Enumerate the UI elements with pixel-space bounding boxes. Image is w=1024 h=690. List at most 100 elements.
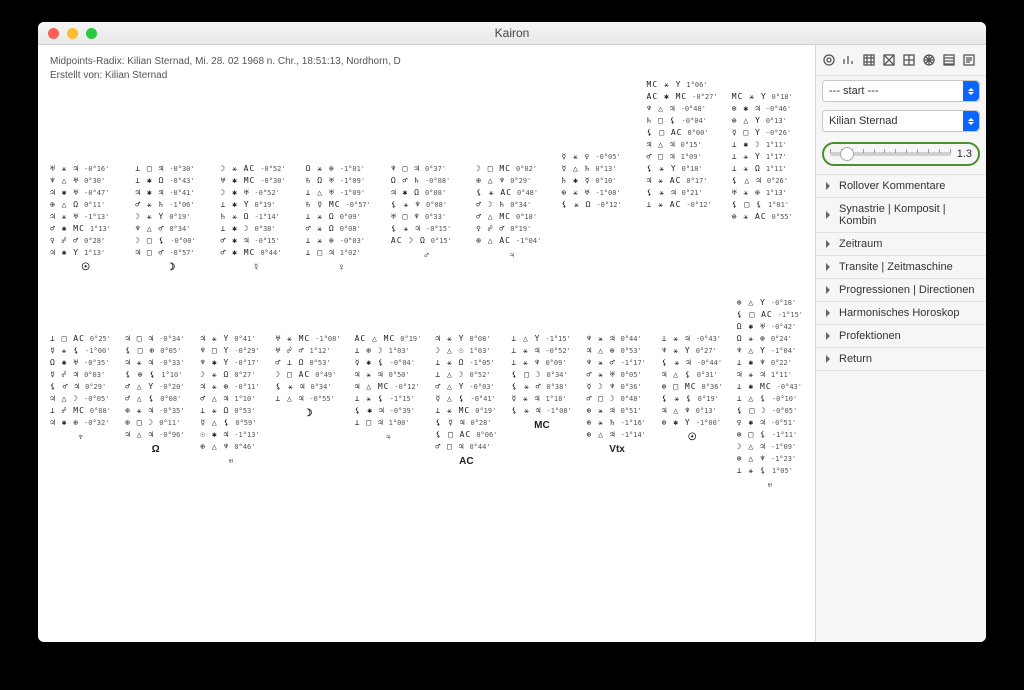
sidebar: --- start --- Kilian Sternad 1.3 Rollove… — [815, 45, 986, 642]
midpoint-row: ⊥ △ ♅-1°09' — [306, 187, 377, 199]
midpoint-row: ♂ △ ♃1°10' — [200, 393, 261, 405]
midpoint-row: AC △ MC0°19' — [355, 333, 422, 345]
midpoint-row: ♅ ☍ ♂1°12' — [275, 345, 340, 357]
midpoint-row: ⊥ ⚹ ⚸-1°15' — [355, 393, 422, 405]
midpoint-row: ⊕ △ ♆0°29' — [476, 175, 547, 187]
midpoint-row: ♂ ⊥ Ω0°53' — [275, 357, 340, 369]
midpoint-row: ⊥ ⚹ Ω-1°05' — [435, 357, 497, 369]
block-footer-symbol: Ω — [125, 444, 186, 455]
midpoint-row: ⊕ △ AC-1°04' — [476, 235, 547, 247]
midpoint-row: ♃ △ ♆0°13' — [662, 405, 723, 417]
accordion-item[interactable]: Progressionen | Directionen — [816, 279, 986, 302]
midpoint-row: ♃ ⚹ Y0°41' — [200, 333, 261, 345]
midpoint-row: ⊕ △ ♆-1°23' — [737, 453, 803, 465]
midpoint-row: Ω ⚹ ⊕0°24' — [737, 333, 803, 345]
midpoint-row: Ω ⚹ ⊕-1°01' — [306, 163, 377, 175]
list-icon[interactable] — [942, 53, 956, 67]
slider-thumb[interactable] — [840, 147, 854, 161]
block-footer-symbol: ☉ — [50, 262, 121, 273]
zoom-slider-highlight: 1.3 — [822, 142, 980, 166]
midpoint-row: ♆ ⚹ ♃0°44' — [587, 333, 648, 345]
midpoints-grid: ♅ ⚹ ♃-0°16'♆ △ ♅0°30'♃ ✱ ♅-0°47'⊕ △ Ω0°1… — [50, 127, 803, 491]
accordion-item[interactable]: Harmonisches Horoskop — [816, 302, 986, 325]
midpoint-row: ♅ ✱ MC-0°30' — [220, 175, 291, 187]
block-footer-symbol: MC — [511, 420, 572, 431]
midpoint-row: ⚸ ⚹ ♃-0°44' — [662, 357, 723, 369]
chart-select-label: Kilian Sternad — [829, 115, 898, 127]
block-footer-symbol: Vtx — [587, 444, 648, 455]
midpoint-row: ♂ ⚹ Ω0°08' — [306, 223, 377, 235]
grid-3-icon[interactable] — [862, 53, 876, 67]
chevron-updown-icon — [963, 111, 979, 131]
midpoint-block: ♃ ⚹ Y0°41'♆ □ Y-0°29'♆ ✱ Y-0°17'☽ ⚹ Ω0°2… — [200, 333, 261, 491]
midpoint-row: ♂ △ Y-0°03' — [435, 381, 497, 393]
midpoint-row: Ω ✱ ♅-0°42' — [737, 321, 803, 333]
midpoint-row: Ω ✱ ♅-0°35' — [50, 357, 111, 369]
midpoint-row: ⚸ ⚹ AC0°48' — [476, 187, 547, 199]
midpoint-block: MC ⚹ Y0°18'⊕ ✱ ♃-0°46'⊕ △ Y0°13'☿ □ Y-0°… — [732, 91, 803, 273]
accordion-item[interactable]: Rollover Kommentare — [816, 175, 986, 198]
midpoint-row: MC ⚹ Y0°18' — [732, 91, 803, 103]
midpoint-row: MC ⚹ Y1°06' — [647, 79, 718, 91]
midpoint-row: ♂ □ ☽0°48' — [587, 393, 648, 405]
midpoint-row: ♃ ✱ Y1°13' — [50, 247, 121, 259]
midpoint-row: ♃ △ ☽-0°05' — [50, 393, 111, 405]
midpoint-row: ♃ ✱ ⊕-0°32' — [50, 417, 111, 429]
midpoint-row: ⊕ ⚹ ♃0°51' — [587, 405, 648, 417]
midpoint-row: ♃ ⚹ ♃0°50' — [355, 369, 422, 381]
midpoint-row: ⚸ ⚹ ♂0°38' — [511, 381, 572, 393]
midpoint-row: ♃ ✱ ♃-0°41' — [135, 187, 206, 199]
midpoint-row: ⊥ ✱ ♆0°22' — [737, 357, 803, 369]
start-select[interactable]: --- start --- — [822, 80, 980, 102]
midpoint-row: ☿ △ ♄0°13' — [561, 163, 632, 175]
midpoint-row: ⚸ ⚹ ♃-0°15' — [391, 223, 462, 235]
midpoint-row: ⚸ □ AC0°00' — [647, 127, 718, 139]
midpoint-row: ⊕ ⚹ AC0°55' — [732, 211, 803, 223]
block-footer-symbol: ☉ — [662, 432, 723, 443]
midpoint-row: ♄ ☿ MC-0°57' — [306, 199, 377, 211]
wheel-icon[interactable] — [922, 53, 936, 67]
midpoint-row: ☽ □ ⚸-0°00' — [135, 235, 206, 247]
midpoint-block: ⊥ □ AC0°25'☿ ⚹ ⚸-1°00'Ω ✱ ♅-0°35'☿ ☍ ♃0°… — [50, 333, 111, 491]
midpoint-row: ⊥ ⚹ ⊕-0°03' — [306, 235, 377, 247]
midpoint-row: ⚸ □ ☽0°34' — [511, 369, 572, 381]
midpoint-row: ⊥ ✱ ☽0°38' — [220, 223, 291, 235]
midpoint-row: ⚸ □ ⊕0°05' — [125, 345, 186, 357]
chevron-updown-icon — [963, 81, 979, 101]
midpoint-row: ⊥ ⚹ Ω0°53' — [200, 405, 261, 417]
midpoint-row: ♆ □ Y-0°29' — [200, 345, 261, 357]
midpoint-row: AC ✱ MC-0°27' — [647, 91, 718, 103]
midpoint-row: ☽ △ ♃-1°09' — [737, 441, 803, 453]
chart-select[interactable]: Kilian Sternad — [822, 110, 980, 132]
midpoint-row: ⊥ ✱ MC-0°43' — [737, 381, 803, 393]
zoom-value: 1.3 — [957, 148, 972, 160]
midpoint-row: ⊥ ⚹ Ω1°11' — [732, 163, 803, 175]
zoom-slider[interactable] — [830, 152, 951, 156]
view-mode-row — [816, 45, 986, 76]
midpoint-row: ♅ ⚹ ⊕1°13' — [732, 187, 803, 199]
midpoint-row: ♂ □ ♃1°09' — [647, 151, 718, 163]
midpoint-row: ⊥ ⚹ ♃-0°43' — [662, 333, 723, 345]
accordion-item[interactable]: Profektionen — [816, 325, 986, 348]
midpoint-block: AC △ MC0°19'⊥ ⊕ ☽1°03'☿ ✱ ⚸-0°04'♃ ⚹ ♃0°… — [355, 333, 422, 491]
crosshair-icon[interactable] — [882, 53, 896, 67]
grid-2-icon[interactable] — [902, 53, 916, 67]
midpoint-row: ♀ ✱ ♃-0°51' — [737, 417, 803, 429]
midpoint-row: ♂ ☽ ♄0°34' — [476, 199, 547, 211]
text-icon[interactable] — [962, 53, 976, 67]
midpoint-row: ♂ ⚹ ♄-1°06' — [135, 199, 206, 211]
midpoint-row: ⊥ ⚹ Y1°17' — [732, 151, 803, 163]
document-area: Midpoints-Radix: Kilian Sternad, Mi. 28.… — [38, 45, 815, 642]
midpoint-block: ☽ □ MC0°02'⊕ △ ♆0°29'⚸ ⚹ AC0°48'♂ ☽ ♄0°3… — [476, 163, 547, 273]
midpoint-row: ♆ △ ♂0°34' — [135, 223, 206, 235]
accordion-item[interactable]: Synastrie | Komposit | Kombin — [816, 198, 986, 233]
midpoint-row: ♃ △ ⊕0°53' — [587, 345, 648, 357]
accordion-item[interactable]: Return — [816, 348, 986, 371]
radial-icon[interactable] — [822, 53, 836, 67]
accordion-item[interactable]: Zeitraum — [816, 233, 986, 256]
accordion-item[interactable]: Transite | Zeitmaschine — [816, 256, 986, 279]
midpoint-row: ♅ ⚹ ♃-0°16' — [50, 163, 121, 175]
midpoint-row: ⚸ ⚹ ♃0°21' — [647, 187, 718, 199]
bars-icon[interactable] — [842, 53, 856, 67]
midpoint-row: ⊕ △ Y-0°18' — [737, 297, 803, 309]
